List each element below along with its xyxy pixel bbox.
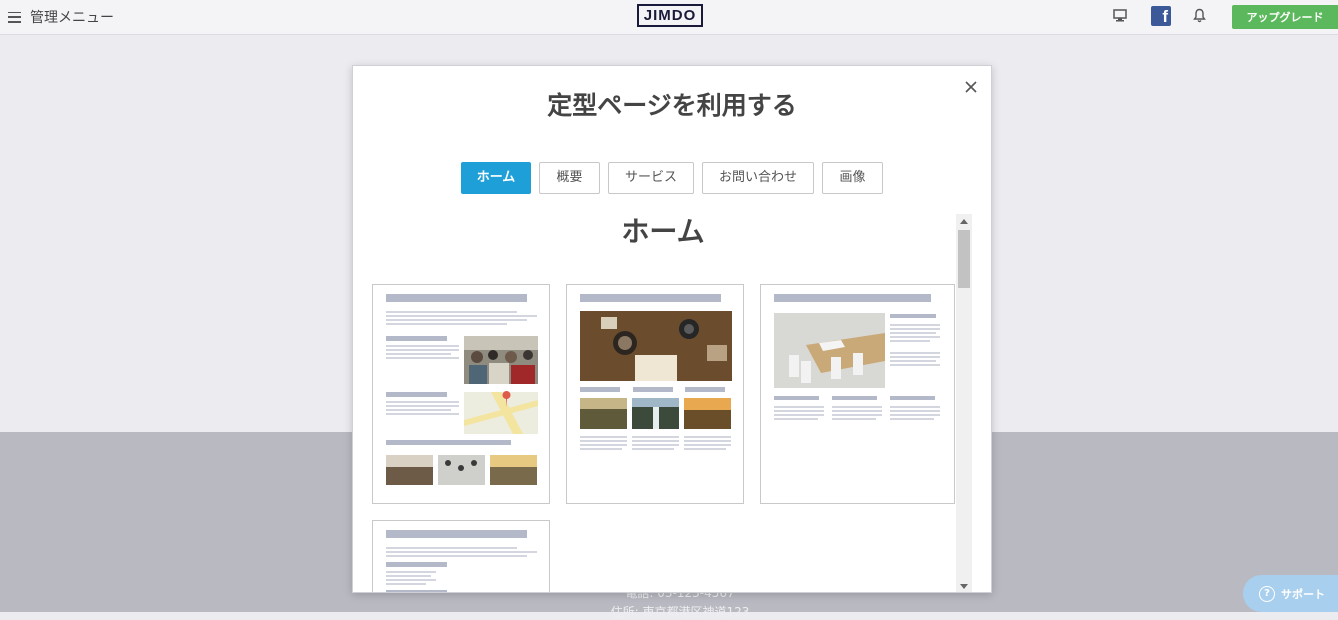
support-button[interactable]: ? サポート (1243, 575, 1338, 612)
template-page-modal: 定型ページを利用する ホーム 概要 サービス お問い合わせ 画像 ホーム (352, 65, 992, 593)
bell-icon[interactable] (1193, 8, 1206, 23)
upgrade-button[interactable]: アップグレード (1232, 5, 1338, 29)
tab-about[interactable]: 概要 (539, 162, 600, 194)
template-preview (386, 294, 538, 485)
support-label: サポート (1281, 587, 1325, 601)
help-icon: ? (1259, 585, 1275, 602)
hamburger-icon (8, 11, 21, 23)
template-preview (386, 530, 537, 592)
tab-contact[interactable]: お問い合わせ (702, 162, 814, 194)
jimdo-logo: JIMDO (637, 4, 703, 27)
tab-images[interactable]: 画像 (822, 162, 883, 194)
scrollbar[interactable] (956, 214, 972, 592)
template-preview (580, 294, 732, 450)
scroll-down-icon[interactable] (960, 584, 968, 589)
scrollbar-thumb[interactable] (958, 230, 970, 288)
template-preview (774, 294, 940, 420)
tab-service[interactable]: サービス (608, 162, 694, 194)
modal-title: 定型ページを利用する (547, 91, 797, 120)
admin-menu-label: 管理メニュー (30, 10, 114, 26)
template-card-home-2[interactable] (566, 284, 744, 504)
template-card-home-3[interactable] (760, 284, 955, 504)
template-card-home-4[interactable] (372, 520, 550, 592)
facebook-icon[interactable]: f (1151, 6, 1171, 26)
monitor-icon[interactable] (1113, 9, 1127, 22)
top-bar: 管理メニュー JIMDO f アップグレード (0, 0, 1338, 35)
section-title: ホーム (621, 215, 705, 248)
template-card-home-1[interactable] (372, 284, 550, 504)
template-list: ホーム (353, 214, 991, 592)
scroll-up-icon[interactable] (960, 219, 968, 224)
admin-menu-button[interactable]: 管理メニュー (8, 7, 114, 27)
tab-home[interactable]: ホーム (461, 162, 531, 194)
